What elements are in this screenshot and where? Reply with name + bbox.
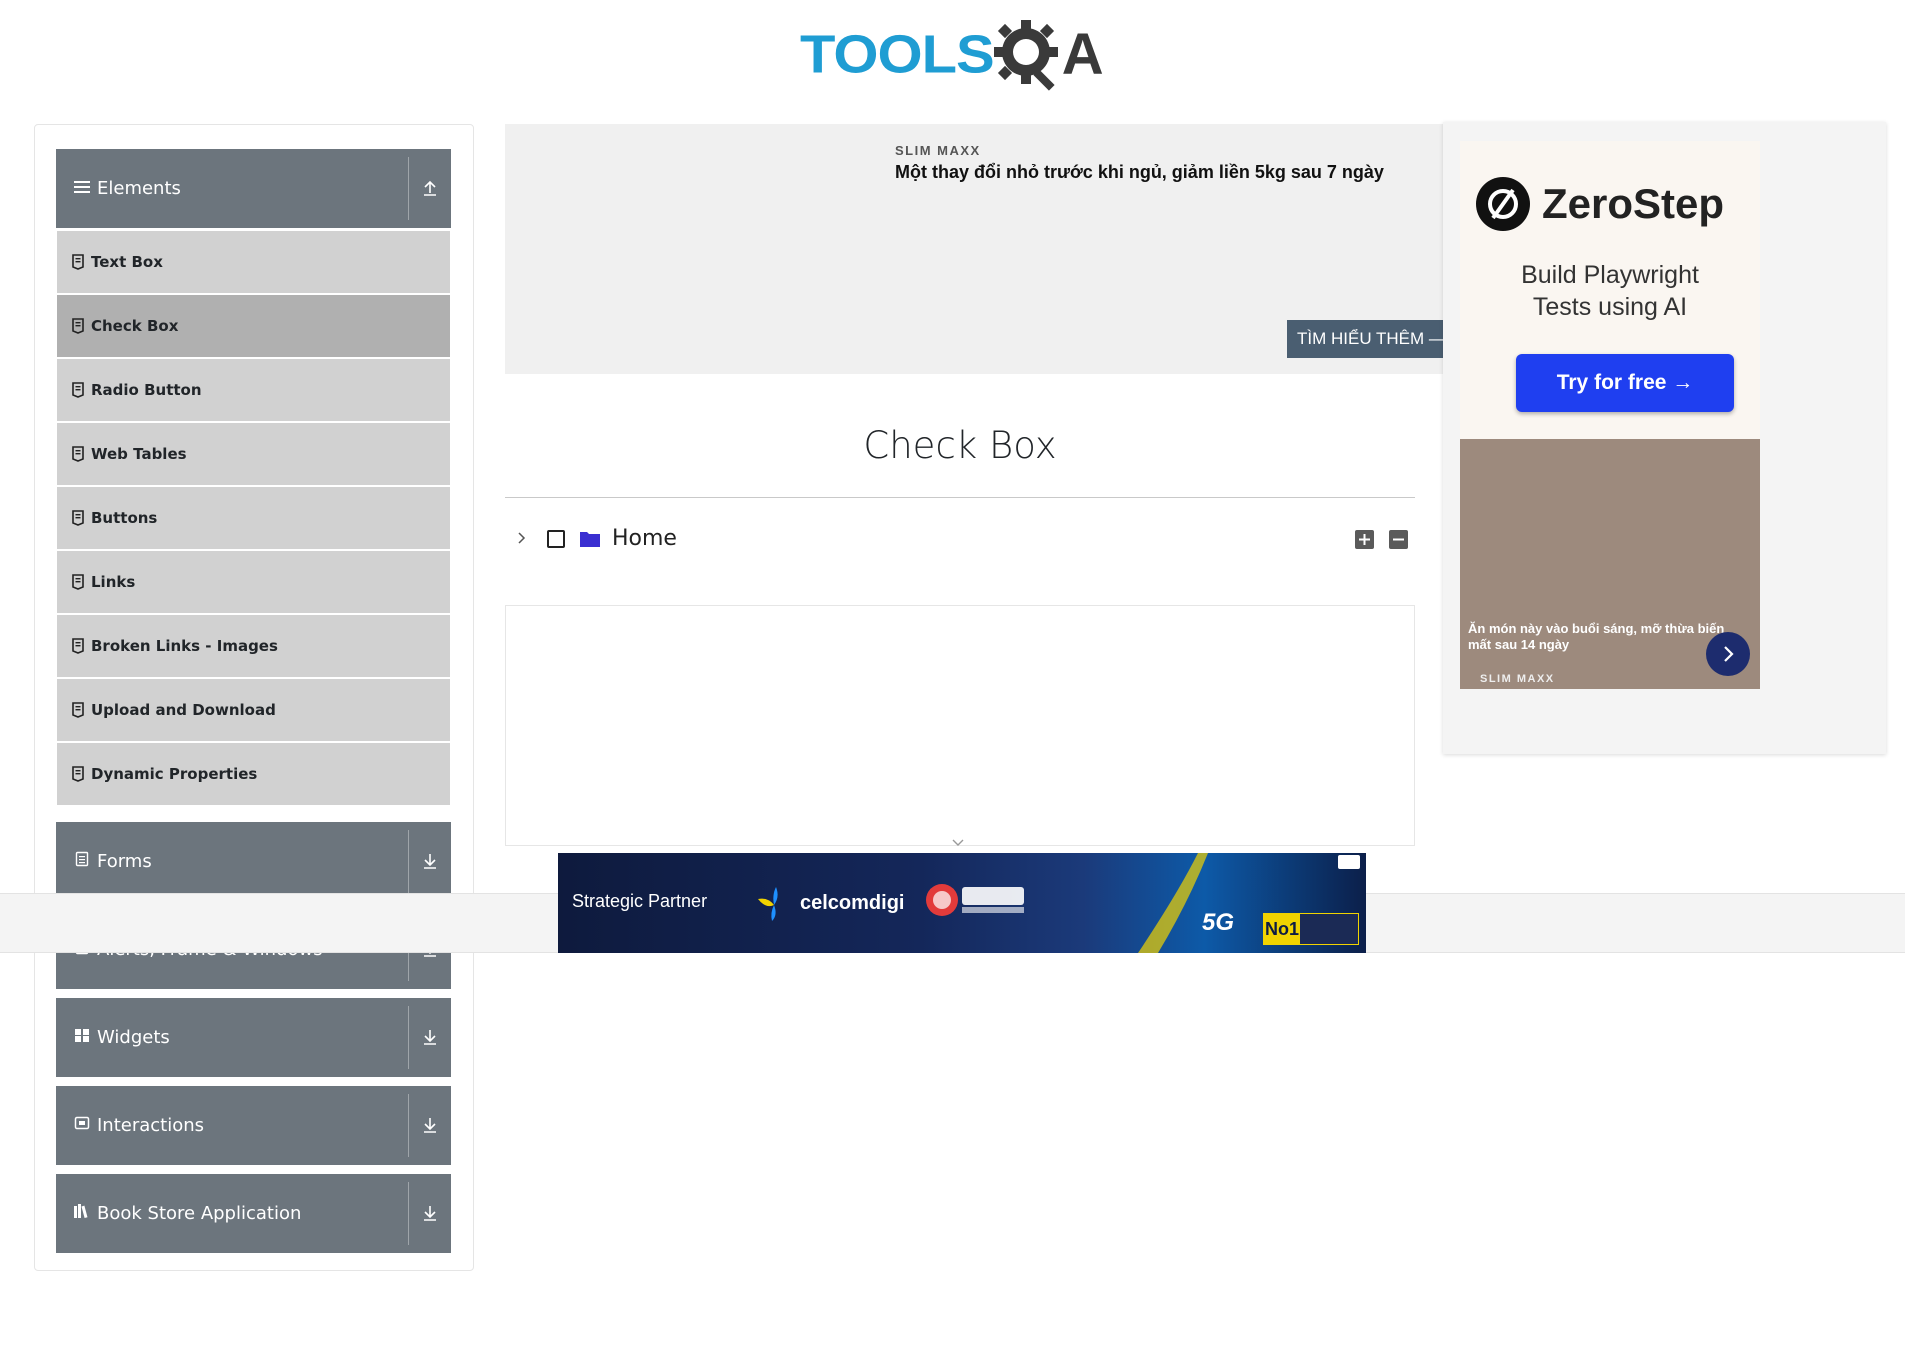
tagline-line-2: Tests using AI [1532,293,1688,321]
collapse-up-icon[interactable] [419,177,441,199]
bottom-banner-advertisement[interactable]: Strategic Partner celcomdigi 5G No1 [558,853,1366,953]
slim-maxx-ad-photo[interactable]: Ăn món này vào buổi sáng, mỡ thừa biến m… [1460,439,1760,689]
photo-ad-brand: SLIM MAXX [1480,673,1555,685]
page-title: Check Box [863,424,1057,467]
sidebar-item-label: Upload and Download [91,701,276,719]
document-icon [72,702,84,718]
tree-node-label[interactable]: Home [612,526,677,551]
sidebar-item-label: Check Box [91,317,179,335]
sidebar-group-label: Book Store Application [97,1203,302,1224]
strategic-partner-text: Strategic Partner [572,891,708,911]
sidebar-group-interactions[interactable]: Interactions [56,1086,451,1165]
photo-ad-text: Ăn món này vào buổi sáng, mỡ thừa biến m… [1468,621,1725,652]
right-advertisement[interactable]: ZeroStep Build Playwright Tests using AI… [1443,122,1886,754]
zerostep-ad-card[interactable]: ZeroStep Build Playwright Tests using AI… [1460,141,1760,439]
sidebar: Elements Text Box Check Box Radio Button… [34,124,474,1271]
sidebar-item-label: Web Tables [91,445,187,463]
logo-text-end: A [1061,21,1104,87]
sidebar-group-book-store[interactable]: Book Store Application [56,1174,451,1253]
toolsqa-logo[interactable]: TOOLS A [800,14,1104,94]
chevron-down-icon [952,839,964,846]
decorative-streak [1138,853,1208,953]
sidebar-group-label: Elements [97,178,181,199]
logo-text: TOOLS [800,24,995,84]
sidebar-item-dynamic-properties[interactable]: Dynamic Properties [57,743,450,805]
document-icon [72,254,84,270]
zerostep-logo: ZeroStep [1476,177,1724,231]
zerostep-tagline: Build Playwright Tests using AI [1460,259,1760,323]
sidebar-group-forms[interactable]: Forms [56,822,451,901]
no1-network-badge: No1 [1263,913,1359,945]
ad-placeholder-box [505,605,1415,846]
menu-icon [72,179,92,199]
title-divider [505,497,1415,498]
expand-down-icon[interactable] [419,1026,441,1048]
sidebar-group-widgets[interactable]: Widgets [56,998,451,1077]
sidebar-item-label: Links [91,573,136,591]
sidebar-item-web-tables[interactable]: Web Tables [57,423,450,485]
sidebar-item-buttons[interactable]: Buttons [57,487,450,549]
sidebar-item-text-box[interactable]: Text Box [57,231,450,293]
tree-node-home: Home [505,522,1415,562]
divider [408,1182,409,1245]
divider [408,830,409,893]
page: TOOLS A Elements Text Box Check Box Radi… [0,0,1905,1370]
sidebar-item-radio-button[interactable]: Radio Button [57,359,450,421]
expand-down-icon[interactable] [419,850,441,872]
celcomdigi-icon [758,887,778,921]
ad-headline[interactable]: Một thay đổi nhỏ trước khi ngủ, giảm liề… [895,162,1384,183]
sidebar-item-label: Dynamic Properties [91,765,258,783]
5g-badge: 5G [1202,909,1235,936]
expand-down-icon[interactable] [419,1202,441,1224]
asean-malaysia-2025-logo [926,884,1024,916]
sidebar-item-links[interactable]: Links [57,551,450,613]
ad-choices-icon[interactable] [1338,855,1360,869]
sidebar-group-elements[interactable]: Elements [56,149,451,228]
divider [408,1094,409,1157]
document-icon [72,446,84,462]
interactions-icon [72,1115,92,1136]
sidebar-item-label: Broken Links - Images [91,637,278,655]
tagline-line-1: Build Playwright [1521,261,1699,289]
sidebar-group-label: Interactions [97,1115,205,1136]
sidebar-item-broken-links[interactable]: Broken Links - Images [57,615,450,677]
try-for-free-button[interactable]: Try for free → [1516,354,1734,412]
book-store-icon [72,1203,92,1224]
expand-all-icon[interactable] [1355,530,1374,549]
widgets-icon [72,1027,92,1048]
learn-more-button[interactable]: TÌM HIỂU THÊM — [1287,320,1447,358]
celcomdigi-logo: celcomdigi [754,883,904,923]
document-icon [72,638,84,654]
document-icon [72,510,84,526]
expand-down-icon[interactable] [419,1114,441,1136]
chevron-right-icon [1724,646,1734,662]
document-icon [72,318,84,334]
zerostep-brand: ZeroStep [1542,180,1725,227]
home-checkbox[interactable] [547,530,565,548]
zerostep-logo-icon [1476,177,1530,231]
collapse-all-icon[interactable] [1389,530,1408,549]
ad-brand: SLIM MAXX [895,143,981,158]
document-icon [72,382,84,398]
document-icon [72,766,84,782]
divider [408,157,409,220]
top-advertisement[interactable]: SLIM MAXX Một thay đổi nhỏ trước khi ngủ… [505,124,1447,374]
form-icon [72,851,92,872]
sidebar-item-label: Buttons [91,509,158,527]
gear-q-icon [993,20,1058,91]
no1-tag: No1 [1264,914,1300,944]
folder-icon [580,532,600,547]
divider [408,1006,409,1069]
sidebar-item-check-box[interactable]: Check Box [57,295,450,357]
next-button[interactable] [1706,632,1750,676]
sidebar-item-upload-download[interactable]: Upload and Download [57,679,450,741]
celcomdigi-name: celcomdigi [800,891,905,914]
chevron-right-icon[interactable] [513,530,529,546]
sidebar-group-label: Widgets [97,1027,170,1048]
sidebar-item-label: Radio Button [91,381,202,399]
sidebar-group-label: Forms [97,851,152,872]
document-icon [72,574,84,590]
sidebar-item-label: Text Box [91,253,163,271]
